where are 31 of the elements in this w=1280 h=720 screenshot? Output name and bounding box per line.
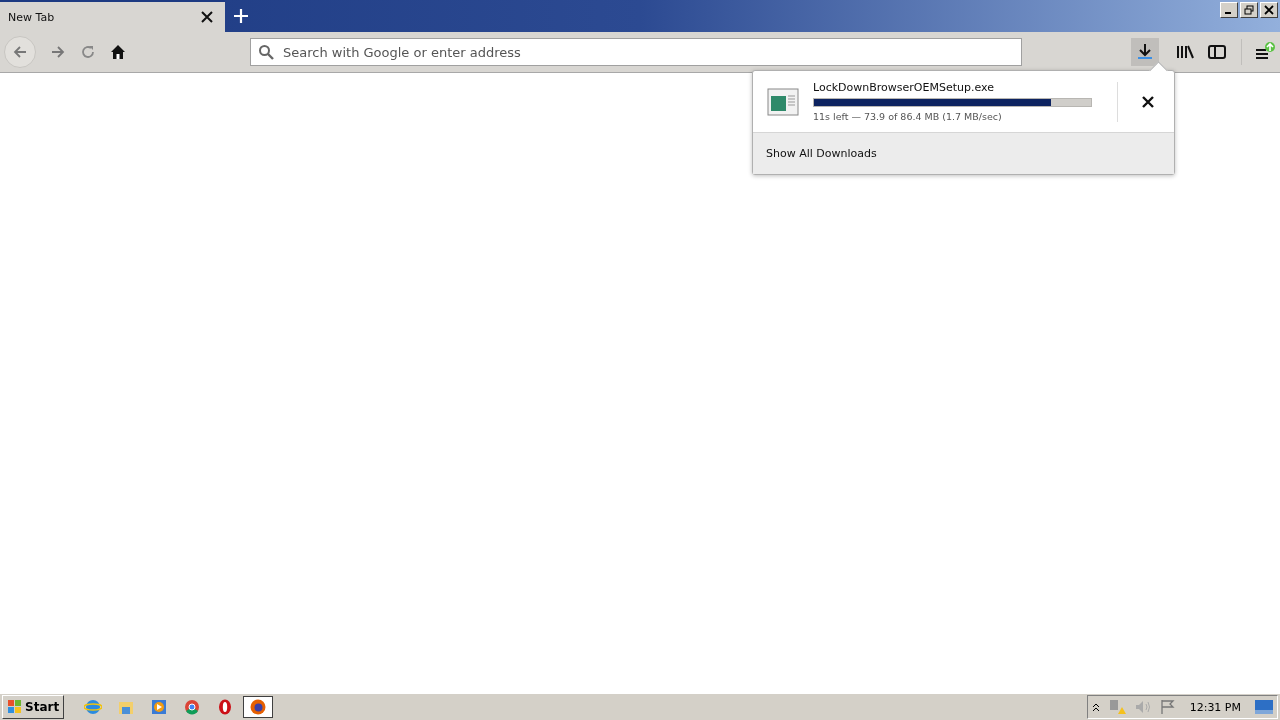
plus-icon[interactable]: [234, 9, 248, 23]
start-button[interactable]: Start: [2, 695, 65, 719]
fox-app-icon[interactable]: [243, 696, 274, 718]
back-button[interactable]: [4, 36, 36, 68]
close-icon: [1264, 5, 1274, 15]
tab-title: New Tab: [8, 10, 55, 24]
close-icon[interactable]: [201, 11, 213, 23]
browser-tab[interactable]: New Tab: [0, 0, 225, 32]
home-icon[interactable]: [110, 44, 126, 60]
restore-button[interactable]: [1240, 2, 1258, 18]
download-status: 11s left — 73.9 of 86.4 MB (1.7 MB/sec): [813, 111, 1003, 122]
show-all-downloads-link[interactable]: Show All Downloads: [766, 147, 877, 160]
chevron-icon[interactable]: [1091, 702, 1100, 712]
file-name: LockDownBrowserOEMSetup.exe: [813, 81, 995, 94]
restore-icon: [1244, 5, 1254, 15]
flag-icon[interactable]: [1159, 699, 1176, 715]
back-icon: [12, 44, 28, 60]
close-button[interactable]: [1260, 2, 1278, 18]
clock[interactable]: 12:31 PM: [1189, 700, 1241, 714]
menu-icon[interactable]: [1254, 42, 1276, 62]
windows-logo-icon: [7, 699, 23, 715]
installer-icon: [767, 87, 799, 116]
address-field[interactable]: Search with Google or enter address: [250, 38, 1022, 66]
minimize-icon: [1225, 12, 1231, 14]
library-icon[interactable]: [1176, 44, 1194, 60]
minimize-button[interactable]: [1220, 2, 1238, 18]
download-icon: [1137, 43, 1153, 61]
download-button[interactable]: [1131, 38, 1159, 66]
forward-icon[interactable]: [50, 44, 66, 60]
cancel-icon[interactable]: [1142, 95, 1154, 108]
sidebar-icon[interactable]: [1208, 44, 1226, 60]
